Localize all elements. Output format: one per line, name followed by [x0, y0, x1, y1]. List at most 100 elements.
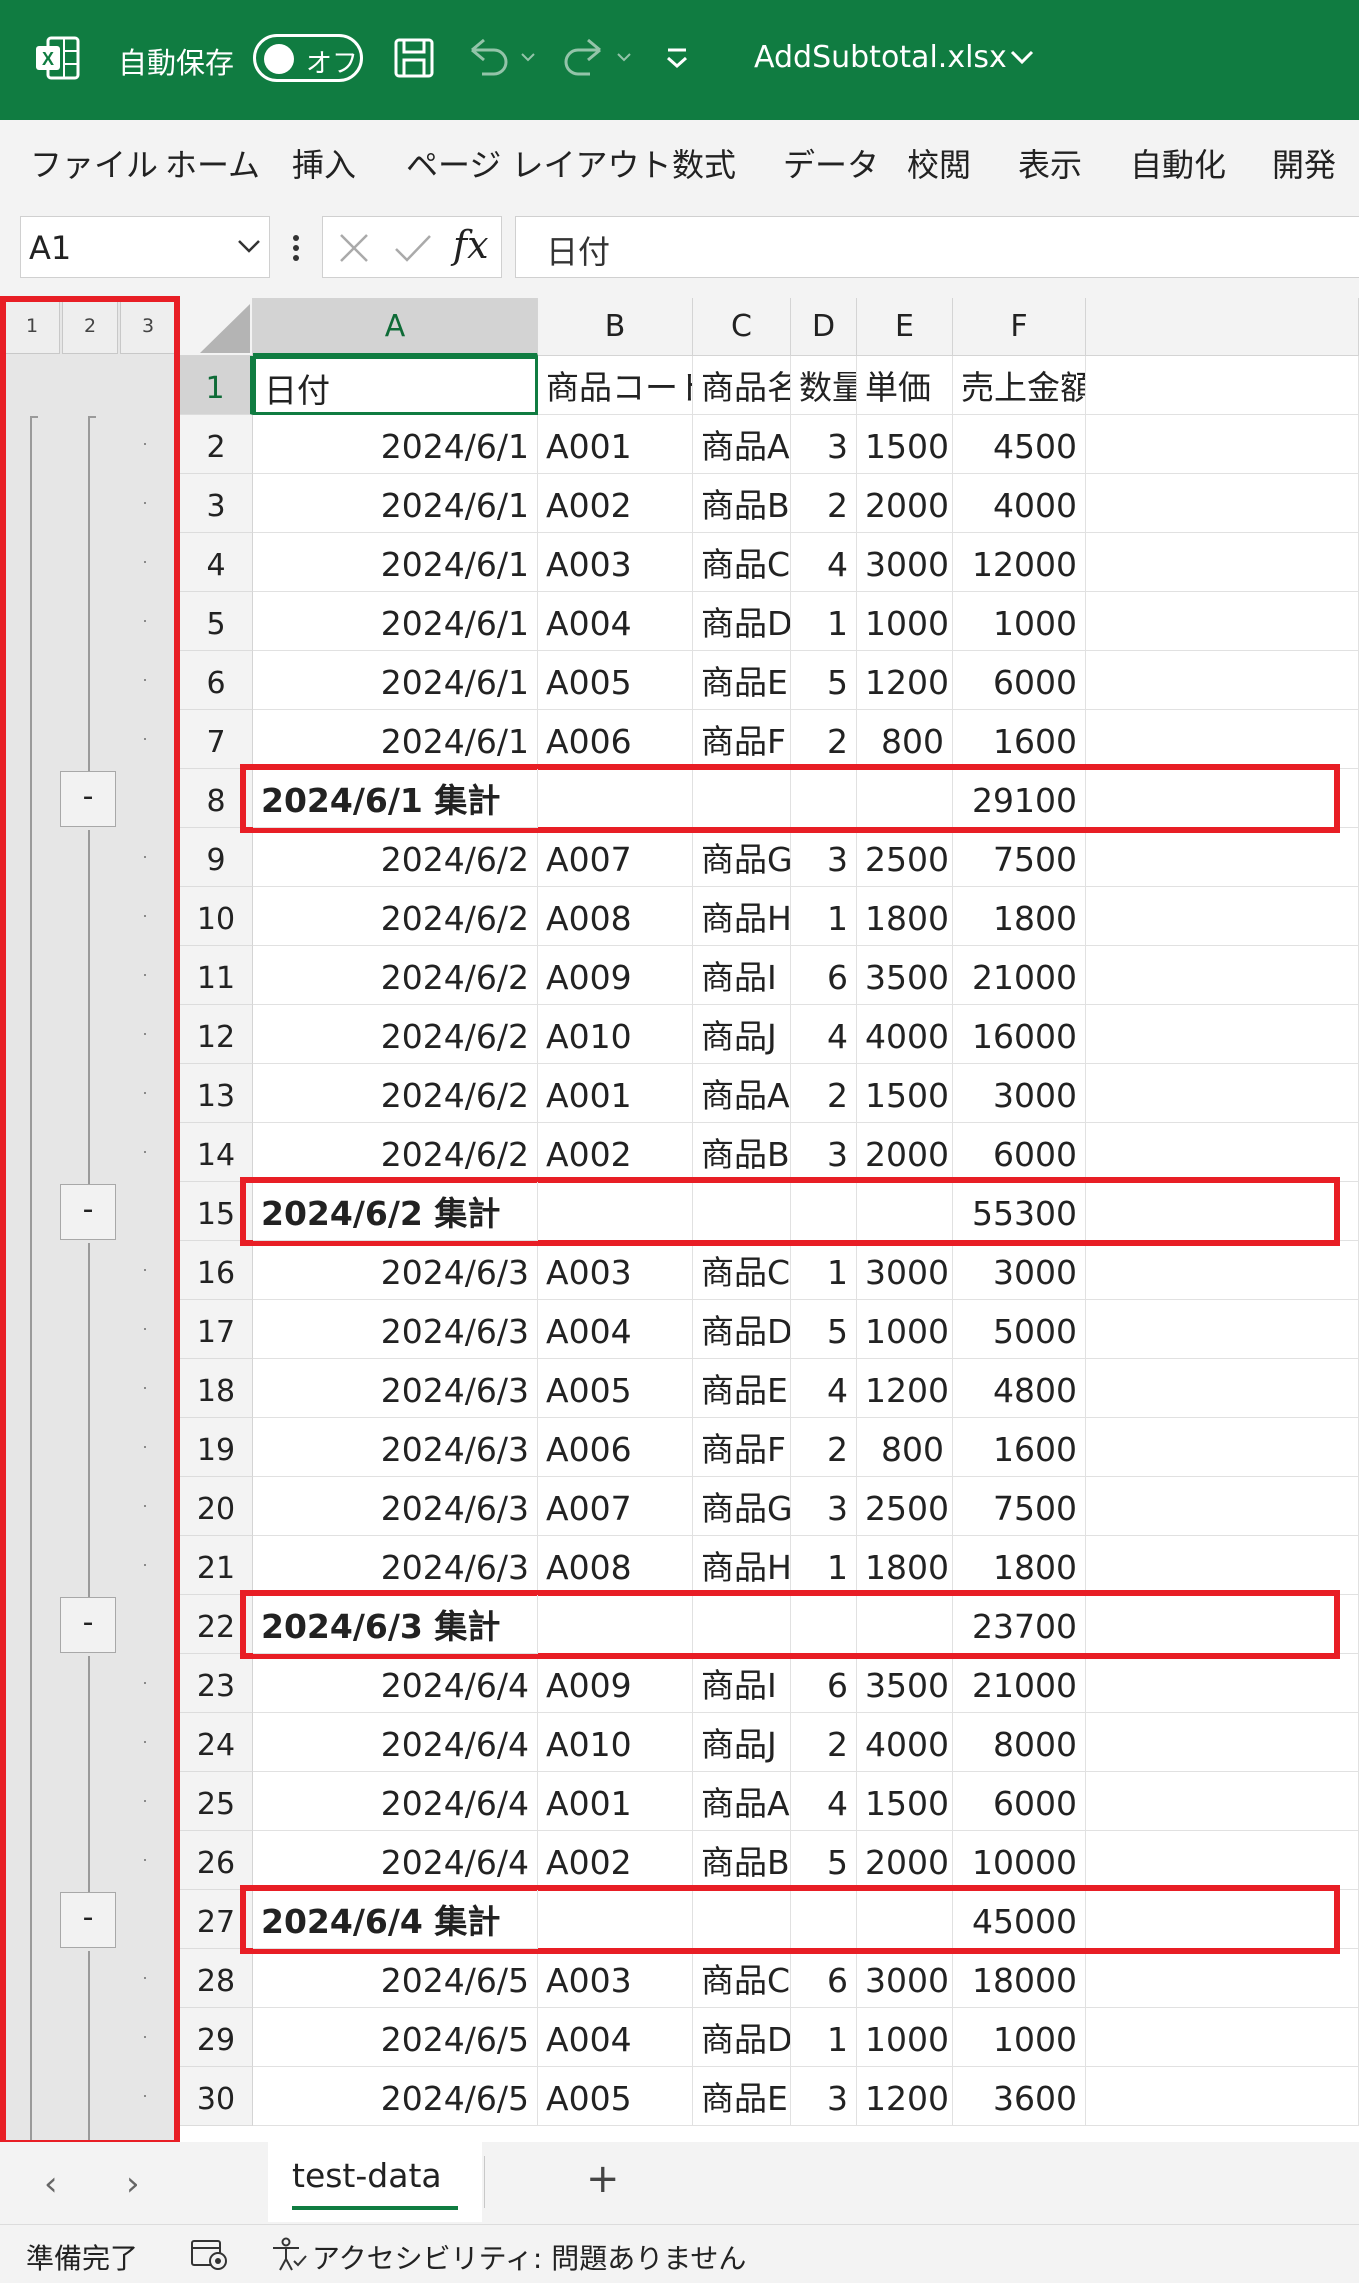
cell-empty[interactable] — [1086, 1595, 1359, 1654]
cell-col-date[interactable]: 2024/6/3 — [253, 1536, 538, 1595]
cell-col-qty[interactable]: 2 — [791, 1418, 857, 1477]
cell-col-name[interactable]: 商品D — [693, 592, 791, 651]
cell-col-price[interactable]: 1200 — [857, 651, 953, 710]
cell-col-code[interactable]: A010 — [538, 1005, 693, 1064]
subtotal-cell-col-date[interactable]: 2024/6/1 集計 — [253, 769, 538, 828]
cell-empty[interactable] — [1086, 592, 1359, 651]
cell-col-qty[interactable]: 4 — [791, 1005, 857, 1064]
row-header[interactable]: 15 — [180, 1182, 253, 1241]
cell-col-price[interactable]: 3500 — [857, 1654, 953, 1713]
cell-col-code[interactable]: A010 — [538, 1713, 693, 1772]
row-header[interactable]: 18 — [180, 1359, 253, 1418]
cell-col-date[interactable]: 2024/6/4 — [253, 1831, 538, 1890]
cell-col-date[interactable]: 2024/6/4 — [253, 1772, 538, 1831]
cell-empty[interactable] — [1086, 1005, 1359, 1064]
cell-col-price[interactable]: 2000 — [857, 474, 953, 533]
cell-col-price[interactable]: 2500 — [857, 828, 953, 887]
cell-col-name[interactable]: 商品C — [693, 533, 791, 592]
cell-col-amount[interactable]: 12000 — [953, 533, 1086, 592]
cell-col-qty[interactable]: 6 — [791, 1654, 857, 1713]
row-header[interactable]: 7 — [180, 710, 253, 769]
cell-col-code[interactable]: A007 — [538, 828, 693, 887]
row-header[interactable]: 25 — [180, 1772, 253, 1831]
cell-col-code[interactable]: A004 — [538, 2008, 693, 2067]
cell-empty[interactable] — [1086, 415, 1359, 474]
subtotal-cell-col-qty[interactable] — [791, 1890, 857, 1949]
cell-col-qty[interactable]: 3 — [791, 1123, 857, 1182]
cell-empty[interactable] — [1086, 1654, 1359, 1713]
cell-col-code[interactable]: A008 — [538, 1536, 693, 1595]
row-header[interactable]: 21 — [180, 1536, 253, 1595]
tab-view[interactable]: 表示 — [1018, 140, 1082, 186]
cell-col-name[interactable]: 商品C — [693, 1241, 791, 1300]
header-cell-col-name[interactable]: 商品名 — [693, 356, 791, 415]
header-cell-col-price[interactable]: 単価 — [857, 356, 953, 415]
worksheet-grid[interactable]: ABCDEF 1日付商品コード商品名数量単価売上金額22024/6/1A001商… — [180, 298, 1359, 2142]
row-header[interactable]: 26 — [180, 1831, 253, 1890]
cell-col-name[interactable]: 商品B — [693, 474, 791, 533]
cell-col-date[interactable]: 2024/6/1 — [253, 710, 538, 769]
cell-col-code[interactable]: A005 — [538, 1359, 693, 1418]
cell-col-name[interactable]: 商品J — [693, 1005, 791, 1064]
cell-empty[interactable] — [1086, 1182, 1359, 1241]
undo-icon[interactable] — [464, 34, 540, 82]
cell-col-amount[interactable]: 4500 — [953, 415, 1086, 474]
cell-col-date[interactable]: 2024/6/2 — [253, 946, 538, 1005]
cell-col-amount[interactable]: 16000 — [953, 1005, 1086, 1064]
cell-col-amount[interactable]: 1600 — [953, 710, 1086, 769]
row-header[interactable]: 8 — [180, 769, 253, 828]
subtotal-cell-col-amount[interactable]: 23700 — [953, 1595, 1086, 1654]
macro-recording-icon[interactable] — [190, 2237, 230, 2271]
cell-col-price[interactable]: 2500 — [857, 1477, 953, 1536]
cell-col-qty[interactable]: 1 — [791, 887, 857, 946]
cell-empty[interactable] — [1086, 1477, 1359, 1536]
row-header[interactable]: 3 — [180, 474, 253, 533]
subtotal-cell-col-date[interactable]: 2024/6/2 集計 — [253, 1182, 538, 1241]
cell-col-name[interactable]: 商品D — [693, 2008, 791, 2067]
tab-automate[interactable]: 自動化 — [1130, 140, 1226, 186]
cell-col-price[interactable]: 4000 — [857, 1005, 953, 1064]
cell-empty[interactable] — [1086, 356, 1359, 415]
cell-col-qty[interactable]: 6 — [791, 1949, 857, 2008]
cell-col-price[interactable]: 4000 — [857, 1713, 953, 1772]
cell-col-qty[interactable]: 4 — [791, 1772, 857, 1831]
cell-empty[interactable] — [1086, 1713, 1359, 1772]
subtotal-cell-col-amount[interactable]: 45000 — [953, 1890, 1086, 1949]
cell-col-name[interactable]: 商品A — [693, 1772, 791, 1831]
chevron-left-icon[interactable]: ‹ — [44, 2164, 58, 2204]
row-header[interactable]: 5 — [180, 592, 253, 651]
cell-empty[interactable] — [1086, 651, 1359, 710]
tab-developer[interactable]: 開発 — [1272, 140, 1336, 186]
row-header[interactable]: 30 — [180, 2067, 253, 2126]
cell-empty[interactable] — [1086, 887, 1359, 946]
subtotal-cell-col-code[interactable] — [538, 1890, 693, 1949]
cell-col-amount[interactable]: 3000 — [953, 1064, 1086, 1123]
row-header[interactable]: 17 — [180, 1300, 253, 1359]
cell-col-amount[interactable]: 1800 — [953, 887, 1086, 946]
outline-level-3-button[interactable]: 3 — [120, 298, 176, 354]
cell-col-price[interactable]: 1800 — [857, 1536, 953, 1595]
cell-col-code[interactable]: A004 — [538, 1300, 693, 1359]
cell-col-code[interactable]: A002 — [538, 474, 693, 533]
cell-col-date[interactable]: 2024/6/3 — [253, 1241, 538, 1300]
select-all-corner[interactable] — [180, 298, 253, 356]
cell-col-price[interactable]: 1800 — [857, 887, 953, 946]
cell-col-date[interactable]: 2024/6/5 — [253, 2067, 538, 2126]
cell-col-date[interactable]: 2024/6/5 — [253, 1949, 538, 2008]
cell-col-price[interactable]: 1500 — [857, 415, 953, 474]
cell-empty[interactable] — [1086, 1772, 1359, 1831]
cell-col-date[interactable]: 2024/6/1 — [253, 474, 538, 533]
cell-col-name[interactable]: 商品A — [693, 415, 791, 474]
cell-col-code[interactable]: A003 — [538, 1949, 693, 2008]
cell-col-name[interactable]: 商品G — [693, 1477, 791, 1536]
header-cell-col-code[interactable]: 商品コード — [538, 356, 693, 415]
cell-col-qty[interactable]: 2 — [791, 710, 857, 769]
cell-col-date[interactable]: 2024/6/5 — [253, 2008, 538, 2067]
cell-col-code[interactable]: A009 — [538, 946, 693, 1005]
cell-col-amount[interactable]: 4800 — [953, 1359, 1086, 1418]
cell-empty[interactable] — [1086, 2008, 1359, 2067]
cell-col-price[interactable]: 1000 — [857, 2008, 953, 2067]
cell-col-name[interactable]: 商品J — [693, 1713, 791, 1772]
tab-page-layout[interactable]: ページ レイアウト — [406, 140, 672, 186]
cell-empty[interactable] — [1086, 710, 1359, 769]
